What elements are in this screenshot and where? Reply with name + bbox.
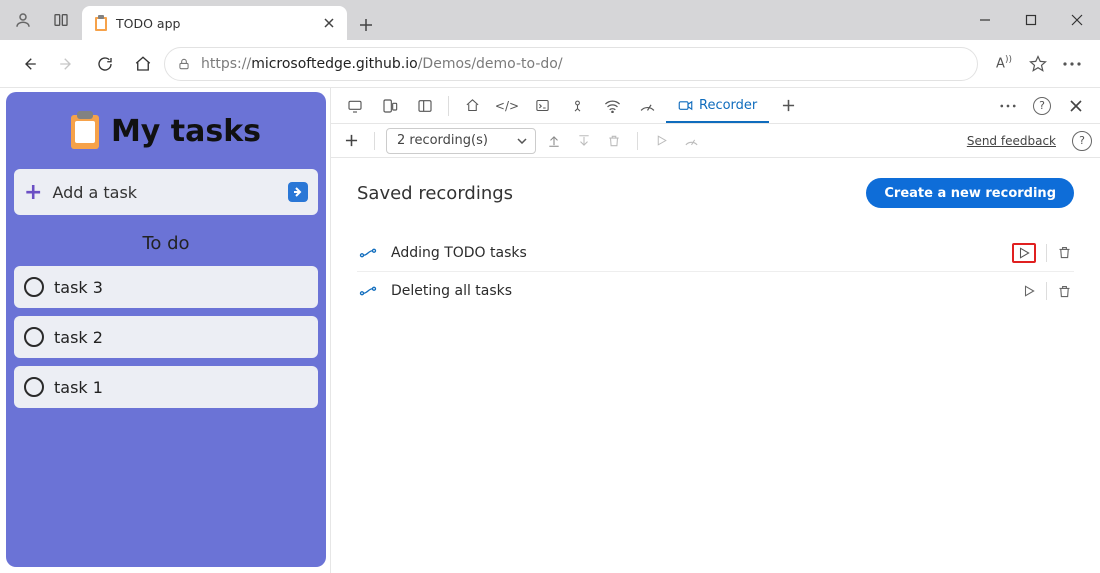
recorder-toolbar: 2 recording(s) Send feedback ? bbox=[331, 124, 1100, 158]
task-item[interactable]: task 3 bbox=[14, 266, 318, 308]
devtools-more-icon[interactable] bbox=[992, 90, 1024, 122]
task-item[interactable]: task 2 bbox=[14, 316, 318, 358]
dock-icon[interactable] bbox=[409, 90, 441, 122]
read-aloud-icon[interactable]: A)) bbox=[988, 47, 1020, 81]
create-recording-button[interactable]: Create a new recording bbox=[866, 178, 1074, 208]
play-recording-button[interactable] bbox=[1012, 243, 1036, 263]
recordings-select[interactable]: 2 recording(s) bbox=[386, 128, 536, 154]
devtools-panel: </> Recorder ? bbox=[330, 88, 1100, 573]
window-minimize[interactable] bbox=[962, 0, 1008, 40]
new-recording-icon[interactable] bbox=[339, 129, 363, 153]
tab-strip: TODO app bbox=[0, 0, 1100, 40]
console-tab-icon[interactable] bbox=[526, 90, 558, 122]
replay-settings-icon[interactable] bbox=[679, 129, 703, 153]
sources-tab-icon[interactable] bbox=[561, 90, 593, 122]
add-task-input[interactable]: + Add a task bbox=[14, 169, 318, 215]
recording-name: Deleting all tasks bbox=[391, 283, 512, 299]
inspect-icon[interactable] bbox=[339, 90, 371, 122]
welcome-tab-icon[interactable] bbox=[456, 90, 488, 122]
delete-icon[interactable] bbox=[602, 129, 626, 153]
task-label: task 2 bbox=[54, 328, 103, 347]
checkbox-icon[interactable] bbox=[24, 277, 44, 297]
devtools-close-icon[interactable] bbox=[1060, 90, 1092, 122]
task-label: task 1 bbox=[54, 378, 103, 397]
tab-favicon bbox=[94, 15, 108, 31]
clipboard-icon bbox=[71, 115, 99, 149]
flow-icon bbox=[359, 247, 377, 259]
window-maximize[interactable] bbox=[1008, 0, 1054, 40]
recorder-body: Saved recordings Create a new recording … bbox=[331, 158, 1100, 573]
play-recording-button[interactable] bbox=[1022, 284, 1036, 298]
elements-tab-icon[interactable]: </> bbox=[491, 90, 523, 122]
settings-menu-icon[interactable] bbox=[1056, 47, 1088, 81]
recording-row[interactable]: Adding TODO tasks bbox=[357, 234, 1074, 272]
recorder-tab-label: Recorder bbox=[699, 98, 757, 113]
task-item[interactable]: task 1 bbox=[14, 366, 318, 408]
chevron-down-icon bbox=[517, 138, 527, 144]
todo-app: My tasks + Add a task To do task 3 task … bbox=[6, 92, 326, 567]
browser-tab[interactable]: TODO app bbox=[82, 6, 347, 40]
nav-forward-button bbox=[50, 47, 84, 81]
new-tab-button[interactable] bbox=[351, 10, 381, 40]
section-heading: To do bbox=[6, 233, 326, 254]
profile-icon[interactable] bbox=[6, 0, 40, 40]
add-task-placeholder: Add a task bbox=[52, 183, 137, 202]
window-close[interactable] bbox=[1054, 0, 1100, 40]
devtools-tabstrip: </> Recorder ? bbox=[331, 88, 1100, 124]
devtools-help-icon[interactable]: ? bbox=[1026, 90, 1058, 122]
delete-recording-button[interactable] bbox=[1057, 245, 1072, 260]
tab-title: TODO app bbox=[116, 16, 180, 31]
nav-back-button[interactable] bbox=[12, 47, 46, 81]
nav-refresh-button[interactable] bbox=[88, 47, 122, 81]
send-feedback-link[interactable]: Send feedback bbox=[967, 134, 1056, 148]
saved-recordings-heading: Saved recordings bbox=[357, 183, 513, 204]
url-field[interactable]: https://microsoftedge.github.io/Demos/de… bbox=[164, 47, 978, 81]
favorite-icon[interactable] bbox=[1022, 47, 1054, 81]
tab-actions-icon[interactable] bbox=[44, 0, 78, 40]
submit-task-button[interactable] bbox=[288, 182, 308, 202]
replay-icon[interactable] bbox=[649, 129, 673, 153]
recording-row[interactable]: Deleting all tasks bbox=[357, 272, 1074, 310]
network-tab-icon[interactable] bbox=[596, 90, 628, 122]
recorder-tab[interactable]: Recorder bbox=[666, 89, 769, 123]
plus-icon: + bbox=[24, 180, 42, 205]
flow-icon bbox=[359, 285, 377, 297]
recorder-help-icon[interactable]: ? bbox=[1072, 131, 1092, 151]
task-label: task 3 bbox=[54, 278, 103, 297]
address-bar: https://microsoftedge.github.io/Demos/de… bbox=[0, 40, 1100, 88]
recordings-count-label: 2 recording(s) bbox=[397, 133, 488, 148]
checkbox-icon[interactable] bbox=[24, 377, 44, 397]
performance-tab-icon[interactable] bbox=[631, 90, 663, 122]
lock-icon bbox=[177, 57, 191, 71]
nav-home-button[interactable] bbox=[126, 47, 160, 81]
device-toolbar-icon[interactable] bbox=[374, 90, 406, 122]
close-tab-icon[interactable] bbox=[321, 15, 337, 31]
delete-recording-button[interactable] bbox=[1057, 284, 1072, 299]
url-text: https://microsoftedge.github.io/Demos/de… bbox=[201, 56, 563, 72]
import-icon[interactable] bbox=[572, 129, 596, 153]
recording-name: Adding TODO tasks bbox=[391, 245, 527, 261]
checkbox-icon[interactable] bbox=[24, 327, 44, 347]
page-title: My tasks bbox=[6, 114, 326, 149]
export-icon[interactable] bbox=[542, 129, 566, 153]
more-tabs-button[interactable] bbox=[772, 90, 804, 122]
